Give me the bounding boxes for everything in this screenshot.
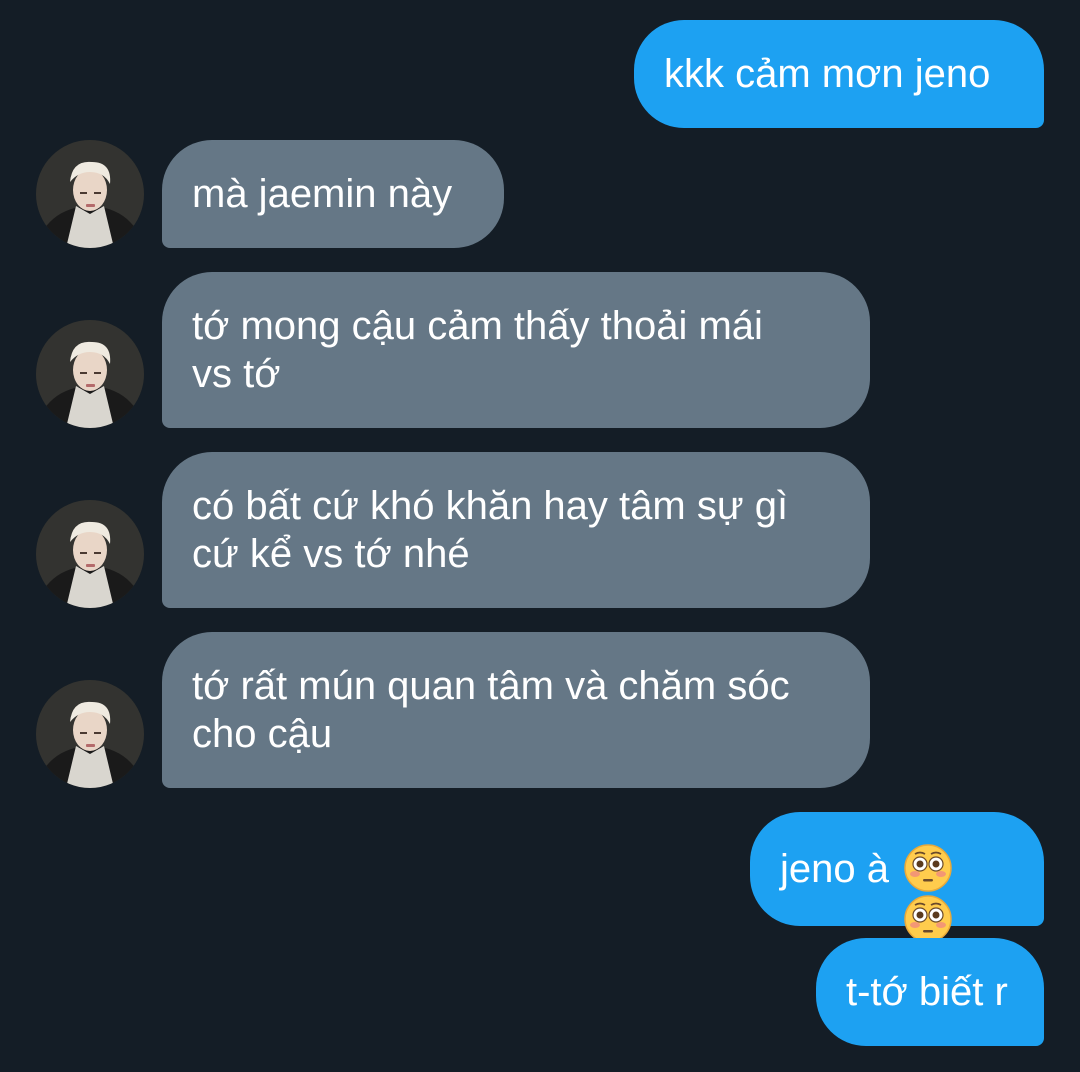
avatar-photo [36,680,144,788]
message-text: tớ mong cậu cảm thấy thoải mái vs tớ [192,304,763,396]
dm-conversation: kkk cảm mơn jeno mà jaemin này tớ mong c… [0,0,1080,1072]
outgoing-message[interactable]: t-tớ biết r [816,938,1044,1046]
avatar-photo [36,500,144,608]
message-text: t-tớ biết r [846,970,1008,1014]
sender-avatar[interactable] [36,320,144,428]
avatar-photo [36,320,144,428]
sender-avatar[interactable] [36,500,144,608]
message-text: tớ rất mún quan tâm và chăm sóc cho cậu [192,664,790,756]
avatar-photo [36,140,144,248]
message-text: mà jaemin này [192,172,453,216]
emoji-group [899,794,953,945]
message-text: kkk cảm mơn jeno [664,52,991,96]
sender-avatar[interactable] [36,140,144,248]
outgoing-message[interactable]: kkk cảm mơn jeno [634,20,1044,128]
sender-avatar[interactable] [36,680,144,788]
message-text: jeno à [780,847,889,891]
incoming-message[interactable]: mà jaemin này [162,140,504,248]
incoming-message[interactable]: tớ rất mún quan tâm và chăm sóc cho cậu [162,632,870,788]
message-text: có bất cứ khó khăn hay tâm sự gì cứ kể v… [192,484,789,576]
flushed-face-icon [904,844,952,892]
flushed-face-icon [904,895,952,944]
incoming-message[interactable]: có bất cứ khó khăn hay tâm sự gì cứ kể v… [162,452,870,608]
outgoing-message[interactable]: jeno à [750,812,1044,944]
incoming-message[interactable]: tớ mong cậu cảm thấy thoải mái vs tớ [162,272,870,428]
